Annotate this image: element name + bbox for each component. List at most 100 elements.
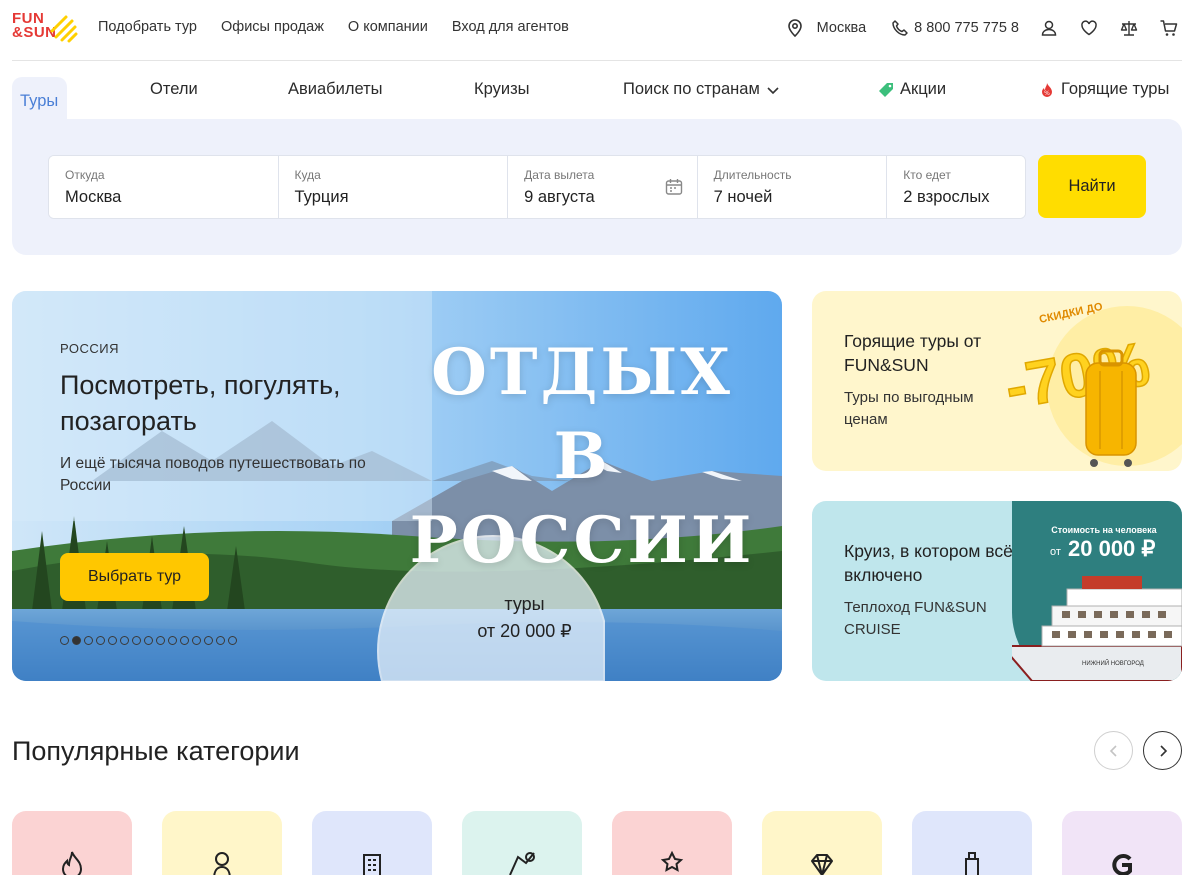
ship-name: НИЖНИЙ НОВГОРОД: [1082, 659, 1144, 667]
carousel-dot[interactable]: [144, 636, 153, 645]
tab-hot-tours[interactable]: % Горящие туры: [1039, 80, 1169, 99]
cruise-ship-illustration: Стоимость на человека от 20 000 ₽ НИЖНИЙ…: [1012, 501, 1182, 681]
hero-banner-russia[interactable]: РОССИЯ Посмотреть, погулять, позагорать …: [12, 291, 782, 681]
category-card[interactable]: [462, 811, 582, 875]
duration-value: 7 ночей: [713, 188, 773, 206]
category-card[interactable]: [612, 811, 732, 875]
hero-subtitle: И ещё тысяча поводов путешествовать по Р…: [60, 455, 366, 494]
nav-about[interactable]: О компании: [348, 19, 428, 35]
carousel-dot[interactable]: [228, 636, 237, 645]
map-route-icon: [509, 852, 535, 875]
from-label: Откуда: [65, 168, 105, 182]
logo-sun-stripes-icon: [50, 15, 78, 43]
cart-icon[interactable]: [1157, 16, 1181, 40]
duration-field[interactable]: Длительность 7 ночей: [697, 156, 888, 218]
carousel-dot[interactable]: [156, 636, 165, 645]
phone-icon: [888, 16, 912, 40]
carousel-dot[interactable]: [96, 636, 105, 645]
phone-link[interactable]: 8 800 775 775 8: [888, 16, 1019, 40]
compare-scales-icon[interactable]: [1117, 16, 1141, 40]
hero-price: туры от 20 000 ₽: [442, 591, 607, 645]
promo-cruise-title: Круиз, в котором всё включено: [844, 541, 1013, 585]
travellers-label: Кто едет: [903, 168, 951, 182]
categories-next-button[interactable]: [1143, 731, 1182, 770]
carousel-dot[interactable]: [120, 636, 129, 645]
carousel-dot[interactable]: [216, 636, 225, 645]
tab-hotels[interactable]: Отели: [150, 80, 198, 99]
carousel-dots: [60, 636, 237, 645]
category-card[interactable]: [162, 811, 282, 875]
categories-prev-button[interactable]: [1094, 731, 1133, 770]
star-beach-icon: [660, 850, 684, 872]
funsun-logo[interactable]: FUN &SUN: [12, 11, 78, 46]
tab-search-by-country[interactable]: Поиск по странам: [623, 80, 780, 99]
cruise-price-caption: Стоимость на человека: [1051, 525, 1157, 535]
carousel-dot[interactable]: [60, 636, 69, 645]
tab-hot-tours-label: Горящие туры: [1061, 80, 1170, 98]
from-value: Москва: [65, 188, 122, 206]
city-selector[interactable]: Москва: [783, 16, 867, 40]
carousel-dot[interactable]: [72, 636, 81, 645]
to-field[interactable]: Куда Турция: [278, 156, 509, 218]
chevron-left-icon: [1109, 744, 1117, 757]
hero-kicker: РОССИЯ: [60, 341, 120, 356]
category-cards: [12, 811, 1182, 875]
heart-icon[interactable]: [1077, 16, 1101, 40]
category-card[interactable]: [12, 811, 132, 875]
hero-price-line-2: от 20 000 ₽: [477, 621, 572, 641]
carousel-dot[interactable]: [132, 636, 141, 645]
flame-percent-icon: %: [1042, 82, 1052, 97]
promo-hot-tours[interactable]: Горящие туры от FUN&SUN Туры по выгодным…: [812, 291, 1182, 471]
find-button[interactable]: Найти: [1038, 155, 1146, 218]
flame-icon: [61, 851, 83, 875]
letter-g-icon: [1112, 854, 1132, 875]
travellers-field[interactable]: Кто едет 2 взрослых: [887, 156, 1025, 218]
site-header: FUN &SUN Подобрать тур Офисы продаж О ко…: [0, 0, 1193, 60]
header-divider: [12, 60, 1182, 61]
carousel-dot[interactable]: [192, 636, 201, 645]
cruise-price-prefix: от: [1050, 546, 1061, 558]
carousel-dot[interactable]: [108, 636, 117, 645]
chevron-down-icon: [767, 86, 779, 94]
category-card[interactable]: [1062, 811, 1182, 875]
tab-promos[interactable]: Акции: [878, 80, 946, 99]
nav-choose-tour[interactable]: Подобрать тур: [98, 19, 197, 35]
svg-text:%: %: [1044, 90, 1050, 97]
tab-promos-label: Акции: [900, 80, 947, 98]
tab-tours[interactable]: Туры: [12, 77, 67, 120]
hero-price-line-1: туры: [504, 594, 545, 614]
diamond-icon: [811, 854, 833, 875]
calendar-icon: [665, 179, 683, 195]
travellers-value: 2 взрослых: [903, 188, 990, 206]
category-card[interactable]: [312, 811, 432, 875]
carousel-dot[interactable]: [168, 636, 177, 645]
tab-cruises[interactable]: Круизы: [474, 80, 530, 99]
city-name: Москва: [816, 20, 867, 36]
search-form: Откуда Москва Куда Турция Дата вылета 9 …: [48, 155, 1026, 219]
tab-flights[interactable]: Авиабилеты: [288, 80, 383, 99]
user-icon[interactable]: [1037, 16, 1061, 40]
location-pin-icon: [783, 16, 807, 40]
departure-date-field[interactable]: Дата вылета 9 августа: [508, 156, 698, 218]
category-card[interactable]: [912, 811, 1032, 875]
hotel-building-icon: [363, 854, 381, 875]
categories-title: Популярные категории: [12, 736, 300, 766]
search-tabs: Туры Отели Авиабилеты Круизы Поиск по ст…: [12, 70, 1182, 120]
to-value: Турция: [294, 188, 349, 206]
discount-suitcase-illustration: СКИДКИ ДО -70%: [999, 301, 1182, 467]
nav-agents-login[interactable]: Вход для агентов: [452, 19, 569, 35]
carousel-dot[interactable]: [204, 636, 213, 645]
promo-cruise[interactable]: Круиз, в котором всё включено Теплоход F…: [812, 501, 1182, 681]
from-field[interactable]: Откуда Москва: [49, 156, 279, 218]
chevron-right-icon: [1159, 744, 1167, 757]
carousel-dot[interactable]: [180, 636, 189, 645]
choose-tour-button[interactable]: Выбрать тур: [60, 553, 209, 601]
nav-sales-offices[interactable]: Офисы продаж: [221, 19, 324, 35]
to-label: Куда: [294, 168, 321, 182]
tour-search-panel: Откуда Москва Куда Турция Дата вылета 9 …: [12, 119, 1182, 255]
category-card[interactable]: [762, 811, 882, 875]
header-actions: Москва 8 800 775 775 8: [783, 15, 1181, 41]
carousel-dot[interactable]: [84, 636, 93, 645]
price-tag-icon: [879, 82, 893, 97]
phone-number: 8 800 775 775 8: [914, 20, 1019, 36]
